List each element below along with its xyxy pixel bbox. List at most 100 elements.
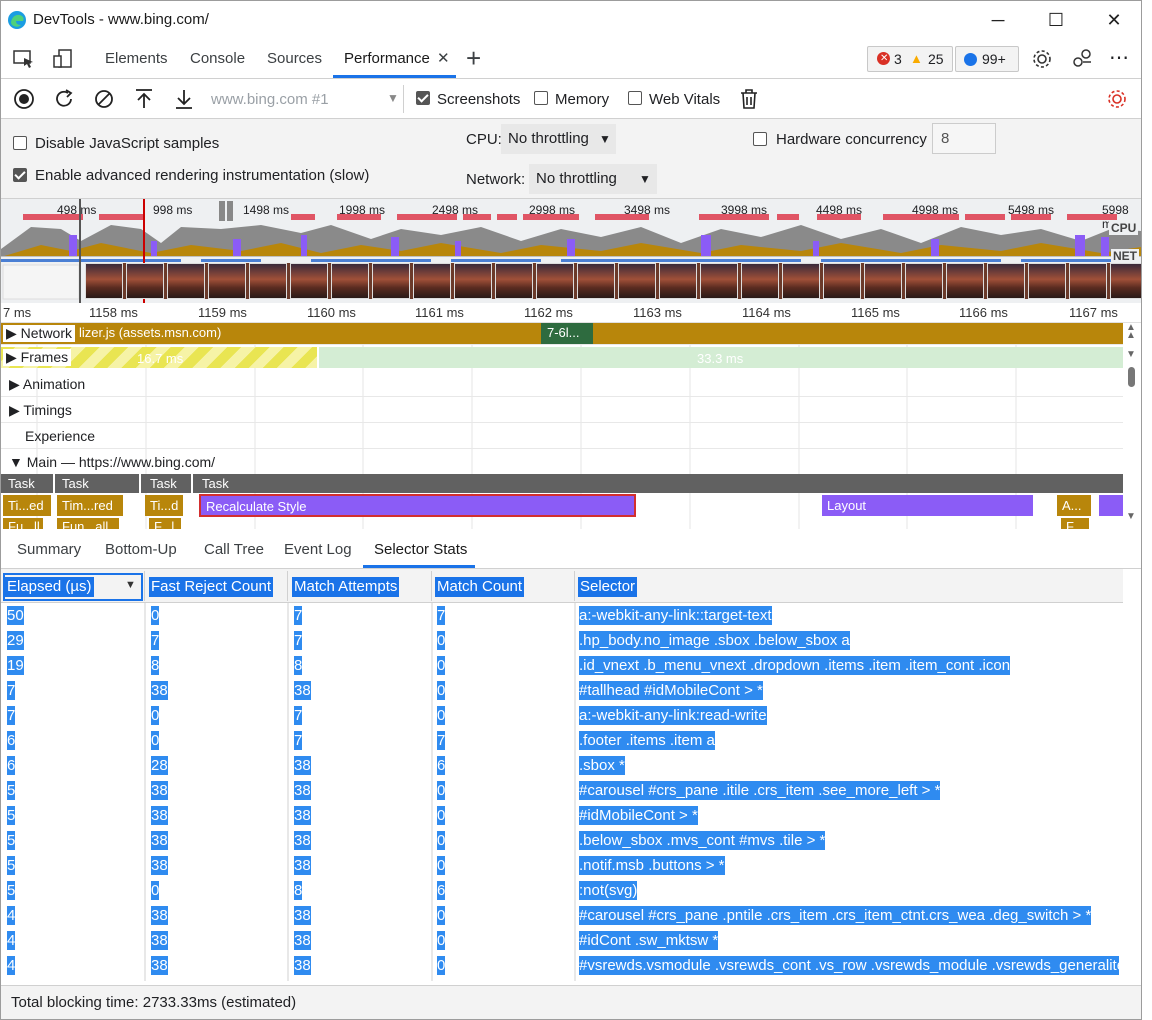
add-tab-button[interactable]: + (466, 43, 481, 74)
tab-elements[interactable]: Elements (105, 50, 168, 67)
timer-fired-block[interactable]: Ti...ed (3, 495, 51, 516)
tab-call-tree[interactable]: Call Tree (204, 541, 264, 558)
tab-bottom-up[interactable]: Bottom-Up (105, 541, 177, 558)
screenshot-thumbnail[interactable] (495, 263, 533, 299)
screenshot-thumbnail[interactable] (618, 263, 656, 299)
tab-event-log[interactable]: Event Log (284, 541, 352, 558)
table-row[interactable]: 7 38 38 0 #tallhead #idMobileCont > * (1, 678, 1123, 703)
screenshot-thumbnail[interactable] (1110, 263, 1141, 299)
clear-icon[interactable] (93, 88, 115, 110)
screenshot-thumbnail[interactable] (741, 263, 779, 299)
inspect-element-icon[interactable] (13, 49, 35, 69)
maximize-button[interactable]: ☐ (1027, 1, 1085, 39)
animation-track-header[interactable]: ▶ Animation (9, 376, 85, 393)
header-match-count[interactable]: Match Count (432, 571, 575, 601)
disable-js-samples-checkbox[interactable] (13, 136, 27, 150)
chevron-down-icon[interactable]: ▼ (387, 91, 399, 105)
network-track[interactable]: lizer.js (assets.msn.com) 7-6l... ▶ Netw… (1, 323, 1123, 345)
upload-icon[interactable] (133, 88, 155, 110)
header-match-attempts[interactable]: Match Attempts (288, 571, 432, 601)
timings-track[interactable]: ▶ Timings (1, 397, 1123, 423)
screenshot-thumbnail[interactable] (249, 263, 287, 299)
screenshot-thumbnail[interactable] (208, 263, 246, 299)
screenshot-thumbnail[interactable] (413, 263, 451, 299)
screenshot-thumbnail[interactable] (700, 263, 738, 299)
more-options-icon[interactable]: ⋯ (1109, 45, 1130, 70)
network-throttling-select[interactable]: No throttling ▼ (529, 164, 657, 194)
selector-stats-table[interactable]: Elapsed (µs) ▼ Fast Reject Count Match A… (1, 569, 1123, 981)
table-row[interactable]: 5 38 38 0 .notif.msb .buttons > * (1, 853, 1123, 878)
animation-track[interactable]: ▶ Animation (1, 371, 1123, 397)
capture-settings-icon[interactable] (1106, 88, 1128, 110)
screenshot-thumbnail[interactable] (946, 263, 984, 299)
scroll-up-icon[interactable]: ▲ (1126, 330, 1136, 341)
close-window-button[interactable]: ✕ (1085, 1, 1141, 39)
task-block[interactable]: Task (3, 474, 55, 493)
task-block[interactable]: Task (197, 474, 1123, 493)
device-emulation-icon[interactable] (53, 49, 75, 69)
recalculate-style-block[interactable]: Recalculate Style (199, 494, 636, 517)
experience-track[interactable]: Experience (1, 423, 1123, 449)
table-row[interactable]: 6 28 38 6 .sbox * (1, 753, 1123, 778)
close-tab-icon[interactable]: ✕ (437, 49, 450, 67)
screenshot-thumbnail[interactable] (126, 263, 164, 299)
animation-frame-block[interactable]: A... (1057, 495, 1091, 516)
task-block[interactable]: Task (145, 474, 193, 493)
trash-icon[interactable] (739, 88, 759, 110)
table-row[interactable]: 4 38 38 0 #vsrewds.vsmodule .vsrewds_cont .v… (1, 953, 1123, 978)
record-icon[interactable] (13, 88, 35, 110)
task-block[interactable]: Task (57, 474, 141, 493)
header-elapsed[interactable]: Elapsed (µs) ▼ (1, 571, 145, 601)
web-vitals-checkbox[interactable] (628, 91, 642, 105)
hardware-concurrency-input[interactable]: 8 (932, 123, 996, 154)
timeline-overview[interactable]: 498 ms 998 ms 1498 ms 1998 ms 2498 ms 29… (1, 199, 1141, 303)
recording-select[interactable]: www.bing.com #1 (211, 91, 329, 108)
screenshot-thumbnail[interactable] (987, 263, 1025, 299)
table-row[interactable]: 5 38 38 0 #carousel #crs_pane .itile .crs_it… (1, 778, 1123, 803)
hardware-concurrency-checkbox[interactable] (753, 132, 767, 146)
function-call-block[interactable]: Fun...all (57, 518, 119, 529)
sort-descending-icon[interactable]: ▼ (125, 579, 136, 591)
timer-fired-block[interactable]: Ti...d (145, 495, 183, 516)
main-track-header[interactable]: ▼ Main — https://www.bing.com/ (9, 454, 215, 470)
screenshot-thumbnail[interactable] (85, 263, 123, 299)
tab-console[interactable]: Console (190, 50, 245, 67)
screenshot-thumbnail[interactable] (1028, 263, 1066, 299)
tab-sources[interactable]: Sources (267, 50, 322, 67)
download-icon[interactable] (173, 88, 195, 110)
tab-selector-stats[interactable]: Selector Stats (374, 541, 467, 558)
issues-counter[interactable]: ✕ 3 ▲ 25 (867, 46, 953, 72)
layout-block[interactable]: Layout (822, 495, 1033, 516)
table-row[interactable]: 4 38 38 0 #carousel #crs_pane .pntile .crs_i… (1, 903, 1123, 928)
memory-checkbox[interactable] (534, 91, 548, 105)
table-row[interactable]: 29 7 7 0 .hp_body.no_image .sbox .below_sbox… (1, 628, 1123, 653)
flame-scrollbar[interactable]: ▲ ▲ ▼ ▼ (1123, 323, 1141, 529)
header-fast-reject[interactable]: Fast Reject Count (145, 571, 288, 601)
reload-record-icon[interactable] (53, 88, 75, 110)
screenshot-thumbnail[interactable] (331, 263, 369, 299)
table-row[interactable]: 19 8 8 0 .id_vnext .b_menu_vnext .dropdown .… (1, 653, 1123, 678)
advanced-rendering-checkbox[interactable] (13, 168, 27, 182)
screenshot-thumbnail[interactable] (167, 263, 205, 299)
scroll-thumb[interactable] (1128, 367, 1135, 387)
timings-track-header[interactable]: ▶ Timings (9, 402, 72, 419)
tab-performance[interactable]: Performance (344, 50, 430, 67)
function-call-block[interactable]: F... (1061, 518, 1089, 529)
timer-fired-block[interactable]: Tim...red (57, 495, 123, 516)
network-track-header[interactable]: ▶ Network (3, 325, 76, 342)
frames-track[interactable]: 16.7 ms 33.3 ms ▶ Frames (1, 347, 1123, 369)
table-row[interactable]: 6 0 7 7 .footer .items .item a (1, 728, 1123, 753)
screenshot-thumbnail[interactable] (782, 263, 820, 299)
function-call-block[interactable]: F...l (149, 518, 181, 529)
screenshot-thumbnail[interactable] (454, 263, 492, 299)
frames-track-header[interactable]: ▶ Frames (3, 349, 72, 366)
settings-gear-icon[interactable] (1031, 48, 1053, 70)
messages-counter[interactable]: 99+ (955, 46, 1019, 72)
screenshot-thumbnail[interactable] (290, 263, 328, 299)
screenshot-thumbnail[interactable] (372, 263, 410, 299)
table-row[interactable]: 5 0 8 6:not(svg) (1, 878, 1123, 903)
flame-chart[interactable]: lizer.js (assets.msn.com) 7-6l... ▶ Netw… (1, 323, 1141, 529)
screenshot-thumbnail[interactable] (577, 263, 615, 299)
screenshot-thumbnail[interactable] (864, 263, 902, 299)
screenshots-checkbox[interactable] (416, 91, 430, 105)
